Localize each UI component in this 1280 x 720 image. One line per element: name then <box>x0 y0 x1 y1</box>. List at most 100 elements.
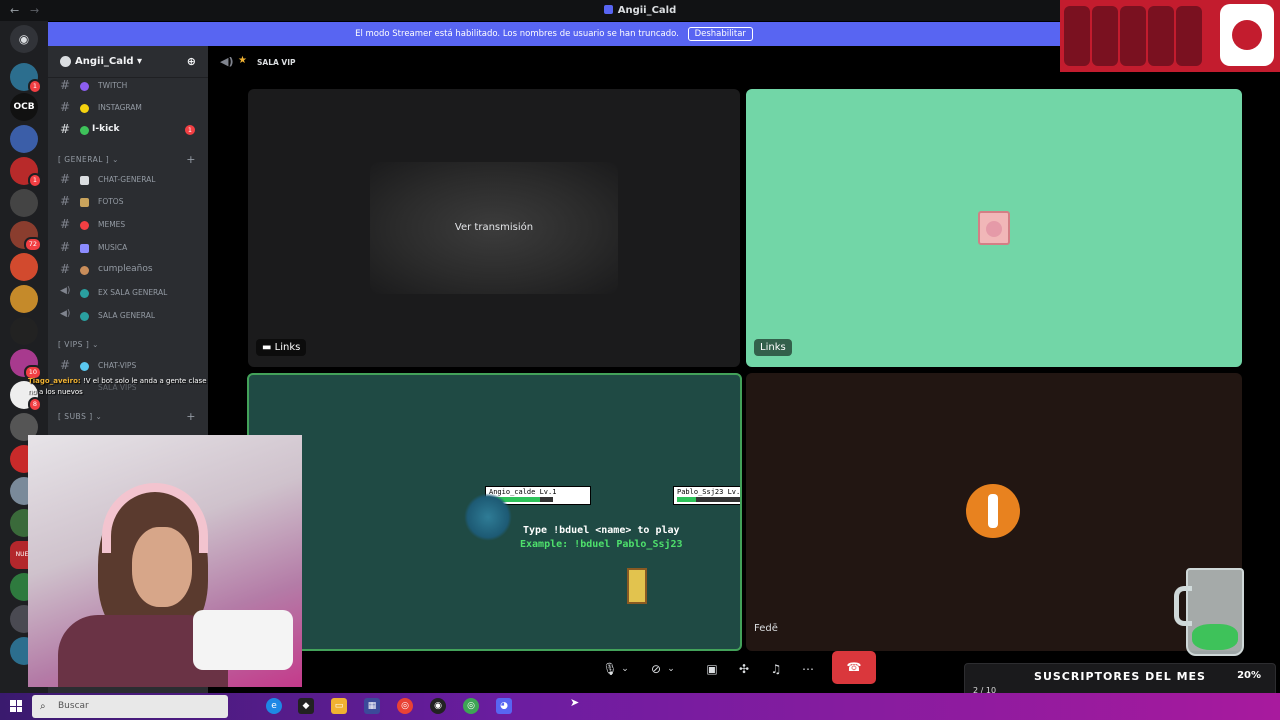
speaker-icon: ◀) <box>60 309 71 319</box>
server-icon[interactable] <box>10 125 38 153</box>
channel-chat-vips[interactable]: # CHAT-VIPS <box>48 357 208 375</box>
voice-channel-sala-general[interactable]: ◀) SALA GENERAL <box>48 307 208 325</box>
hangup-button[interactable]: ☎ <box>832 651 876 684</box>
channel-emoji-icon <box>80 221 89 230</box>
headphones <box>102 483 208 553</box>
channel-memes[interactable]: # MEMES <box>48 216 208 234</box>
hash-icon: # <box>60 217 71 231</box>
server-icon <box>603 5 613 14</box>
participant-tile-links[interactable]: Links <box>746 89 1242 367</box>
stream-tile[interactable]: Ver transmisión ▬ Links <box>248 89 740 367</box>
mention-badge: 1 <box>185 125 195 135</box>
channel-kick[interactable]: # I-kick 1 <box>48 121 208 139</box>
chevron-down-icon[interactable]: ⌄ <box>618 659 632 679</box>
server-icon[interactable]: 72 <box>10 221 42 252</box>
voice-channel-name: SALA VIP <box>257 58 296 67</box>
chat-message: !V el bot solo le anda a gente clase A <box>82 377 214 385</box>
channel-twitch[interactable]: # TWITCH <box>48 77 208 95</box>
hp-fill <box>677 497 697 502</box>
channel-musica[interactable]: # MUSICA <box>48 239 208 257</box>
add-channel-icon[interactable]: + <box>186 153 196 166</box>
server-icon[interactable]: 1 <box>10 63 42 94</box>
server-icon[interactable] <box>10 189 38 217</box>
obs-icon[interactable]: ◉ <box>430 698 446 714</box>
voice-channel-ex-sala-general[interactable]: ◀) EX SALA GENERAL <box>48 284 208 302</box>
sub-goal-percent: 20% <box>1237 670 1261 681</box>
add-member-icon[interactable]: ⊕ <box>187 55 196 68</box>
speaker-icon: ◀) <box>220 55 234 68</box>
streamer-webcam <box>28 435 302 687</box>
team-member <box>1092 6 1118 66</box>
channel-fotos[interactable]: # FOTOS <box>48 193 208 211</box>
call-controls: 🎙 ⌄ ⊘ ⌄ ▣ ✣ ♫ ⋯ ☎ <box>596 649 892 689</box>
start-icon[interactable] <box>10 700 22 712</box>
participant-name: Fedē <box>754 623 778 634</box>
team-member <box>1176 6 1202 66</box>
mouse-cursor-icon: ➤ <box>570 696 580 709</box>
team-member <box>1064 6 1090 66</box>
team-member <box>1148 6 1174 66</box>
player2-hp-bar <box>677 497 740 502</box>
chat-username: Tiago_aveiro: <box>28 377 81 385</box>
channel-instagram[interactable]: # INSTAGRAM <box>48 99 208 117</box>
server-icon[interactable]: 10 <box>10 349 42 380</box>
soundboard-icon[interactable]: ♫ <box>764 659 788 679</box>
player1-sprite <box>464 493 512 541</box>
hash-icon: # <box>60 122 71 136</box>
edge-icon[interactable]: e <box>266 698 282 714</box>
game-example: Example: !bduel Pablo_Ssj23 <box>520 539 683 550</box>
avatar <box>978 211 1010 245</box>
player2-hp-card: Pablo_Ssj23 Lv.1 <box>673 486 740 505</box>
server-icon[interactable]: 1 <box>10 157 42 188</box>
server-icon[interactable] <box>10 285 38 313</box>
discord-home-icon[interactable]: ◉ <box>10 25 38 53</box>
star-icon: ★ <box>238 55 247 66</box>
channel-emoji-icon <box>80 104 89 113</box>
server-icon[interactable] <box>10 317 38 345</box>
game-instruction: Type !bduel <name> to play <box>523 525 680 536</box>
unread-badge: 72 <box>23 237 42 252</box>
team-camera-overlay <box>1060 0 1280 72</box>
screen: { "window": {"title": "Angii_Cald", "bac… <box>0 0 1280 720</box>
chrome-icon[interactable]: ◎ <box>397 698 413 714</box>
speaker-icon: ◀) <box>60 286 71 296</box>
chat-message-line2: no a los nuevos <box>28 388 83 396</box>
screen-share-icon[interactable]: ▣ <box>700 659 724 679</box>
windows-taskbar: ⌕ Buscar e ◆ ▭ ▦ ◎ ◉ ◎ ◕ <box>0 693 1280 720</box>
chrome-icon[interactable]: ◎ <box>463 698 479 714</box>
server-icon[interactable] <box>10 253 38 281</box>
category-subs[interactable]: [ SUBS ] ⌄ + <box>58 410 198 424</box>
watch-stream-button[interactable]: Ver transmisión <box>248 222 740 233</box>
add-channel-icon[interactable]: + <box>186 410 196 423</box>
activity-icon[interactable]: ✣ <box>732 659 756 679</box>
channel-emoji-icon <box>80 176 89 185</box>
channel-emoji-icon <box>80 266 89 275</box>
app-icon[interactable]: ◆ <box>298 698 314 714</box>
channel-cumpleanos[interactable]: # cumpleaños <box>48 261 208 279</box>
hash-icon: # <box>60 172 71 186</box>
chevron-down-icon: ▾ <box>137 56 143 67</box>
game-tile[interactable]: Angio_calde Lv.1 Pablo_Ssj23 Lv.1 Type !… <box>247 373 742 651</box>
banner-text: El modo Streamer está habilitado. Los no… <box>355 29 679 39</box>
team-member <box>1120 6 1146 66</box>
folder-icon[interactable]: ▭ <box>331 698 347 714</box>
category-general[interactable]: [ GENERAL ] ⌄ + <box>58 153 198 167</box>
discord-icon[interactable]: ◕ <box>496 698 512 714</box>
participant-tag: ▬ Links <box>256 339 307 356</box>
channel-emoji-icon <box>80 198 89 207</box>
taskbar-search[interactable]: ⌕ Buscar <box>32 695 228 718</box>
disable-streamer-button[interactable]: Deshabilitar <box>687 27 753 41</box>
category-vips[interactable]: [ VIPS ] ⌄ <box>58 340 198 352</box>
player2-sprite <box>627 568 647 604</box>
server-ocb[interactable]: OCB <box>10 93 38 121</box>
more-icon[interactable]: ⋯ <box>796 659 820 679</box>
hash-icon: # <box>60 100 71 114</box>
hash-icon: # <box>60 358 71 372</box>
server-header[interactable]: Angii_Cald ▾ ⊕ <box>48 46 208 78</box>
chevron-down-icon[interactable]: ⌄ <box>664 659 678 679</box>
store-icon[interactable]: ▦ <box>364 698 380 714</box>
avatar <box>966 484 1020 538</box>
participant-tile-fede[interactable]: Fedē <box>746 373 1242 651</box>
channel-chat-general[interactable]: # CHAT-GENERAL <box>48 171 208 189</box>
screen-icon: ▬ <box>262 342 272 353</box>
